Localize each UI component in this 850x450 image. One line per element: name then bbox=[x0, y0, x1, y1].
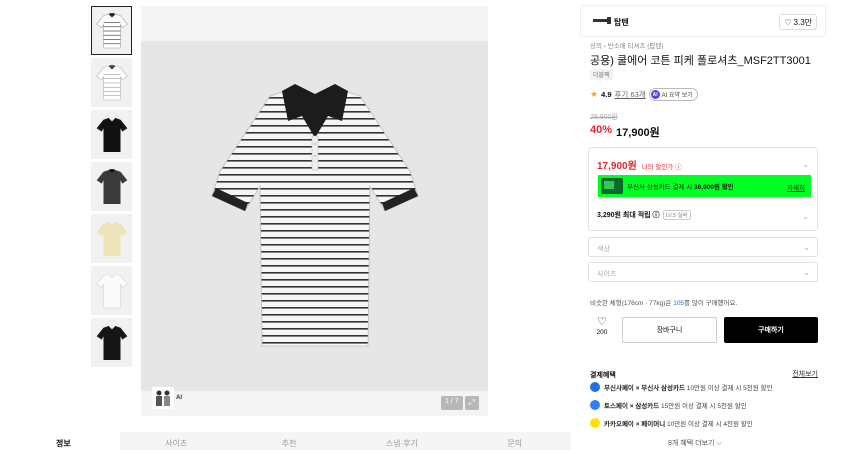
wish-count: 200 bbox=[596, 329, 608, 336]
shirt-black-2-icon bbox=[96, 325, 127, 360]
striped-polo-shirt-image bbox=[211, 84, 418, 347]
image-pager: 1 / 7 ⤢ bbox=[441, 396, 479, 410]
expand-icon[interactable]: ⤢ bbox=[464, 396, 479, 410]
my-price-label: 나의 할인가 ⓘ bbox=[641, 164, 682, 171]
rating-score: 4.9 bbox=[601, 90, 612, 99]
more-benefits-button[interactable]: 8개 혜택 더보기 ⌵ bbox=[668, 438, 722, 448]
thumbnail-5[interactable] bbox=[91, 214, 132, 263]
chevron-down-icon[interactable]: ⌄ bbox=[802, 160, 809, 169]
thumbnail-list bbox=[91, 6, 133, 370]
size-hint: 비슷한 체형(176cm · 77kg)은 105를 많이 구매했어요. bbox=[590, 300, 738, 307]
brand-row[interactable]: 탑텐 ♡ 3.3만 bbox=[580, 5, 826, 37]
size-select[interactable]: 사이즈 ⌄ bbox=[588, 262, 818, 282]
benefit-box: 17,900원 나의 할인가 ⓘ ⌄ 무신사 삼성카드 결제 시 36,000원… bbox=[588, 147, 818, 231]
payment-benefit-item: 토스페이 × 삼성카드 15만원 이상 결제 시 5천원 할인 bbox=[590, 400, 747, 410]
brand-name[interactable]: 탑텐 bbox=[614, 17, 629, 28]
points-text: 3,290원 최대 적립 ⓘ bbox=[597, 212, 660, 219]
color-select[interactable]: 색상 ⌄ bbox=[588, 237, 818, 257]
points-row: 3,290원 최대 적립 ⓘ LV.5 실버 bbox=[597, 210, 691, 220]
model-icon bbox=[156, 390, 170, 406]
buy-button[interactable]: 구매하기 bbox=[724, 317, 818, 343]
thumbnail-6[interactable] bbox=[91, 266, 132, 315]
product-chip: 더블팩 bbox=[590, 69, 613, 80]
toss-pay-icon bbox=[590, 400, 600, 410]
card-detail-link[interactable]: 자세히 bbox=[787, 182, 805, 192]
color-select-label: 색상 bbox=[597, 246, 610, 253]
product-photo bbox=[141, 41, 488, 391]
thumbnail-7[interactable] bbox=[91, 318, 132, 367]
shirt-striped-icon bbox=[95, 12, 128, 48]
main-product-image[interactable]: AI 1 / 7 ⤢ bbox=[141, 6, 488, 416]
rating-row: ★ 4.9 후기 63개 AI AI 요약 보기 bbox=[590, 88, 698, 101]
payment-benefits-title: 결제혜택 bbox=[590, 372, 616, 379]
tab-snap-review[interactable]: 스냅·후기 bbox=[345, 432, 458, 450]
ai-summary-button[interactable]: AI AI 요약 보기 bbox=[648, 88, 698, 101]
card-discount-banner[interactable]: 무신사 삼성카드 결제 시 36,000원 할인 자세히 bbox=[598, 175, 811, 197]
size-select-label: 사이즈 bbox=[597, 271, 617, 278]
ai-model-thumb bbox=[152, 387, 174, 409]
price-row: 40% 17,900원 bbox=[590, 124, 660, 140]
shirt-white-icon bbox=[95, 273, 128, 308]
shirt-black-icon bbox=[96, 117, 127, 152]
tab-recommend[interactable]: 추천 bbox=[233, 432, 346, 450]
musinsa-pay-icon bbox=[590, 382, 600, 392]
sale-price: 17,900원 bbox=[616, 127, 660, 139]
wishlist-button[interactable]: ♡ 200 bbox=[588, 316, 616, 346]
level-badge: LV.5 실버 bbox=[662, 210, 691, 220]
heart-icon: ♡ bbox=[784, 17, 792, 27]
brand-logo-icon bbox=[593, 17, 611, 24]
star-icon: ★ bbox=[590, 89, 599, 99]
ai-icon: AI bbox=[650, 90, 660, 99]
my-discount-price[interactable]: 17,900원 나의 할인가 ⓘ bbox=[597, 157, 682, 172]
thumbnail-3[interactable] bbox=[91, 110, 132, 159]
chevron-down-icon: ⌄ bbox=[803, 268, 810, 277]
payment-benefit-item: 무신사페이 × 무신사 삼성카드 10만원 이상 결제 시 5천원 할인 bbox=[590, 382, 772, 392]
product-title: 공용) 쿨에어 코튼 피케 폴로셔츠_MSF2TT3001 bbox=[590, 55, 811, 67]
product-tabs: 정보 사이즈 추천 스냅·후기 문의 bbox=[7, 432, 571, 450]
discount-rate: 40% bbox=[590, 124, 613, 136]
ai-fitting-thumbnail[interactable]: AI bbox=[152, 386, 188, 410]
page-count: 1 / 7 bbox=[441, 396, 463, 410]
thumbnail-2[interactable] bbox=[91, 58, 132, 107]
product-info-panel: 탑텐 ♡ 3.3만 상의 › 반소매 티셔츠 (탑텐) 공용) 쿨에어 코튼 피… bbox=[580, 5, 826, 450]
kakao-pay-icon bbox=[590, 418, 600, 428]
ai-label: AI bbox=[176, 395, 182, 401]
tab-info[interactable]: 정보 bbox=[7, 432, 120, 450]
card-icon bbox=[601, 178, 623, 194]
payment-benefit-item: 카카오페이 × 페이머니 10만원 이상 결제 시 4천원 할인 bbox=[590, 418, 753, 428]
thumbnail-1[interactable] bbox=[91, 6, 132, 55]
tab-inquiry[interactable]: 문의 bbox=[458, 432, 571, 450]
shirt-beige-icon bbox=[96, 221, 127, 256]
ai-summary-label: AI 요약 보기 bbox=[661, 93, 693, 99]
chevron-down-icon[interactable]: ⌄ bbox=[802, 212, 809, 221]
original-price: 29,900원 bbox=[590, 114, 618, 121]
heart-icon: ♡ bbox=[597, 316, 607, 328]
cart-button[interactable]: 장바구니 bbox=[622, 317, 717, 343]
shirt-striped-light-icon bbox=[95, 64, 128, 100]
breadcrumb[interactable]: 상의 › 반소매 티셔츠 (탑텐) bbox=[590, 40, 664, 50]
shirt-charcoal-icon bbox=[96, 168, 127, 204]
tab-size[interactable]: 사이즈 bbox=[120, 432, 233, 450]
my-price-value: 17,900원 bbox=[597, 161, 637, 172]
thumbnail-4[interactable] bbox=[91, 162, 132, 211]
card-discount-text: 무신사 삼성카드 결제 시 36,000원 할인 bbox=[627, 184, 734, 191]
chevron-down-icon: ⌄ bbox=[803, 243, 810, 252]
purchase-actions: ♡ 200 장바구니 구매하기 bbox=[588, 316, 818, 346]
brand-like-button[interactable]: ♡ 3.3만 bbox=[779, 14, 817, 30]
payment-view-all-link[interactable]: 전체보기 bbox=[792, 369, 818, 379]
brand-like-count: 3.3만 bbox=[793, 17, 812, 27]
review-link[interactable]: 후기 63개 bbox=[615, 89, 646, 100]
